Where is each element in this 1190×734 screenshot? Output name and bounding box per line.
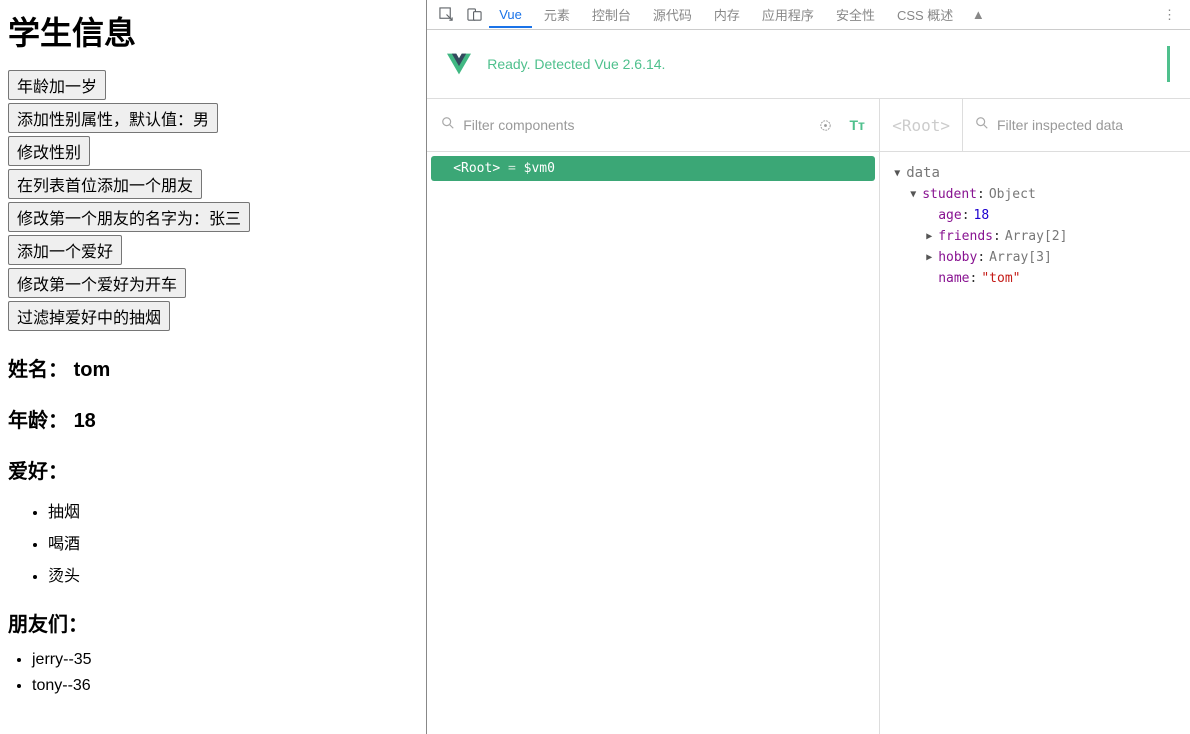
colon: : [970, 271, 978, 286]
select-component-icon[interactable] [817, 117, 833, 133]
filter-components-box: Tт [427, 99, 880, 151]
colon: : [962, 208, 970, 223]
btn-mod-gender[interactable]: 修改性别 [8, 136, 90, 166]
data-key: hobby [938, 250, 977, 265]
name-value: tom [74, 359, 111, 381]
btn-add-friend-first[interactable]: 在列表首位添加一个朋友 [8, 169, 202, 199]
btn-add-gender[interactable]: 添加性别属性，默认值：男 [8, 103, 218, 133]
tab-sources[interactable]: 源代码 [643, 0, 702, 30]
devtools-tabs: Vue 元素 控制台 源代码 内存 应用程序 安全性 CSS 概述 ▲ ⋮ [427, 0, 1190, 30]
btn-mod-first-hobby[interactable]: 修改第一个爱好为开车 [8, 268, 186, 298]
tab-vue[interactable]: Vue [489, 1, 532, 28]
list-item: 喝酒 [48, 530, 418, 554]
vue-status-bar: Ready. Detected Vue 2.6.14. [427, 30, 1190, 98]
filter-inspected-box [963, 99, 1190, 151]
page-title: 学生信息 [8, 8, 418, 54]
list-item: 烫头 [48, 562, 418, 586]
more-tabs-icon[interactable]: ⋮ [1155, 7, 1184, 23]
tab-security[interactable]: 安全性 [826, 0, 885, 30]
list-item: 抽烟 [48, 498, 418, 522]
age-value: 18 [74, 410, 96, 432]
data-key: name [938, 271, 969, 286]
tab-memory[interactable]: 内存 [704, 0, 750, 30]
hobby-list: 抽烟 喝酒 烫头 [8, 498, 418, 586]
data-key: friends [938, 229, 993, 244]
chevron-down-icon[interactable] [894, 168, 906, 179]
tab-console[interactable]: 控制台 [582, 0, 641, 30]
inspector-body: <Root> = $vm0 data student: Objectage: 1… [427, 152, 1190, 734]
root-breadcrumb: <Root> [880, 99, 963, 151]
data-section-header[interactable]: data [894, 162, 1176, 184]
component-tree: <Root> = $vm0 [427, 152, 880, 734]
age-row: 年龄： 18 [8, 404, 418, 433]
vue-logo-icon [447, 52, 471, 76]
tab-application[interactable]: 应用程序 [752, 0, 824, 30]
tree-row-root[interactable]: <Root> = $vm0 [431, 156, 875, 181]
colon: : [993, 229, 1001, 244]
search-icon [441, 116, 455, 134]
chevron-right-icon[interactable] [926, 231, 938, 242]
data-key: student [922, 187, 977, 202]
devtools-pane: Vue 元素 控制台 源代码 内存 应用程序 安全性 CSS 概述 ▲ ⋮ Re… [426, 0, 1190, 734]
btn-add-hobby[interactable]: 添加一个爱好 [8, 235, 122, 265]
name-label: 姓名： [8, 359, 68, 381]
btn-mod-first-friend[interactable]: 修改第一个朋友的名字为：张三 [8, 202, 250, 232]
tree-row-eq: = [500, 161, 523, 176]
friends-list: jerry--35 tony--36 [8, 651, 418, 695]
expand-icon[interactable]: ▲ [969, 6, 987, 24]
tree-row-name: <Root> [453, 161, 500, 176]
vue-status-text: Ready. Detected Vue 2.6.14. [487, 56, 665, 72]
data-panel: data student: Objectage: 18friends: Arra… [880, 152, 1190, 734]
hobby-label: 爱好： [8, 455, 418, 484]
vue-status-indicator [1167, 46, 1170, 82]
inspector-header: Tт <Root> [427, 98, 1190, 152]
format-icon[interactable]: Tт [849, 117, 865, 133]
friends-label: 朋友们： [8, 608, 418, 637]
inspect-element-icon[interactable] [437, 6, 455, 24]
data-row[interactable]: age: 18 [894, 205, 1176, 226]
colon: : [977, 187, 985, 202]
device-toolbar-icon[interactable] [465, 6, 483, 24]
data-value: Array[2] [1005, 229, 1068, 244]
search-icon [975, 116, 989, 134]
colon: : [977, 250, 985, 265]
data-value: Object [989, 187, 1036, 202]
filter-components-input[interactable] [463, 117, 809, 133]
chevron-down-icon[interactable] [910, 189, 922, 200]
data-value: "tom" [981, 271, 1020, 286]
data-value: 18 [974, 208, 990, 223]
data-key: age [938, 208, 961, 223]
list-item: jerry--35 [32, 651, 418, 669]
filter-inspected-input[interactable] [997, 117, 1178, 133]
data-value: Array[3] [989, 250, 1052, 265]
data-row[interactable]: student: Object [894, 184, 1176, 205]
tree-row-var: $vm0 [524, 161, 555, 176]
list-item: tony--36 [32, 677, 418, 695]
age-label: 年龄： [8, 410, 68, 432]
tab-elements[interactable]: 元素 [534, 0, 580, 30]
app-pane: 学生信息 年龄加一岁 添加性别属性，默认值：男 修改性别 在列表首位添加一个朋友… [0, 0, 426, 734]
btn-age-inc[interactable]: 年龄加一岁 [8, 70, 106, 100]
chevron-right-icon[interactable] [926, 252, 938, 263]
name-row: 姓名： tom [8, 353, 418, 382]
data-row[interactable]: friends: Array[2] [894, 226, 1176, 247]
data-row[interactable]: hobby: Array[3] [894, 247, 1176, 268]
btn-filter-smoking[interactable]: 过滤掉爱好中的抽烟 [8, 301, 170, 331]
tab-css-overview[interactable]: CSS 概述 [887, 0, 963, 30]
data-row[interactable]: name: "tom" [894, 268, 1176, 289]
